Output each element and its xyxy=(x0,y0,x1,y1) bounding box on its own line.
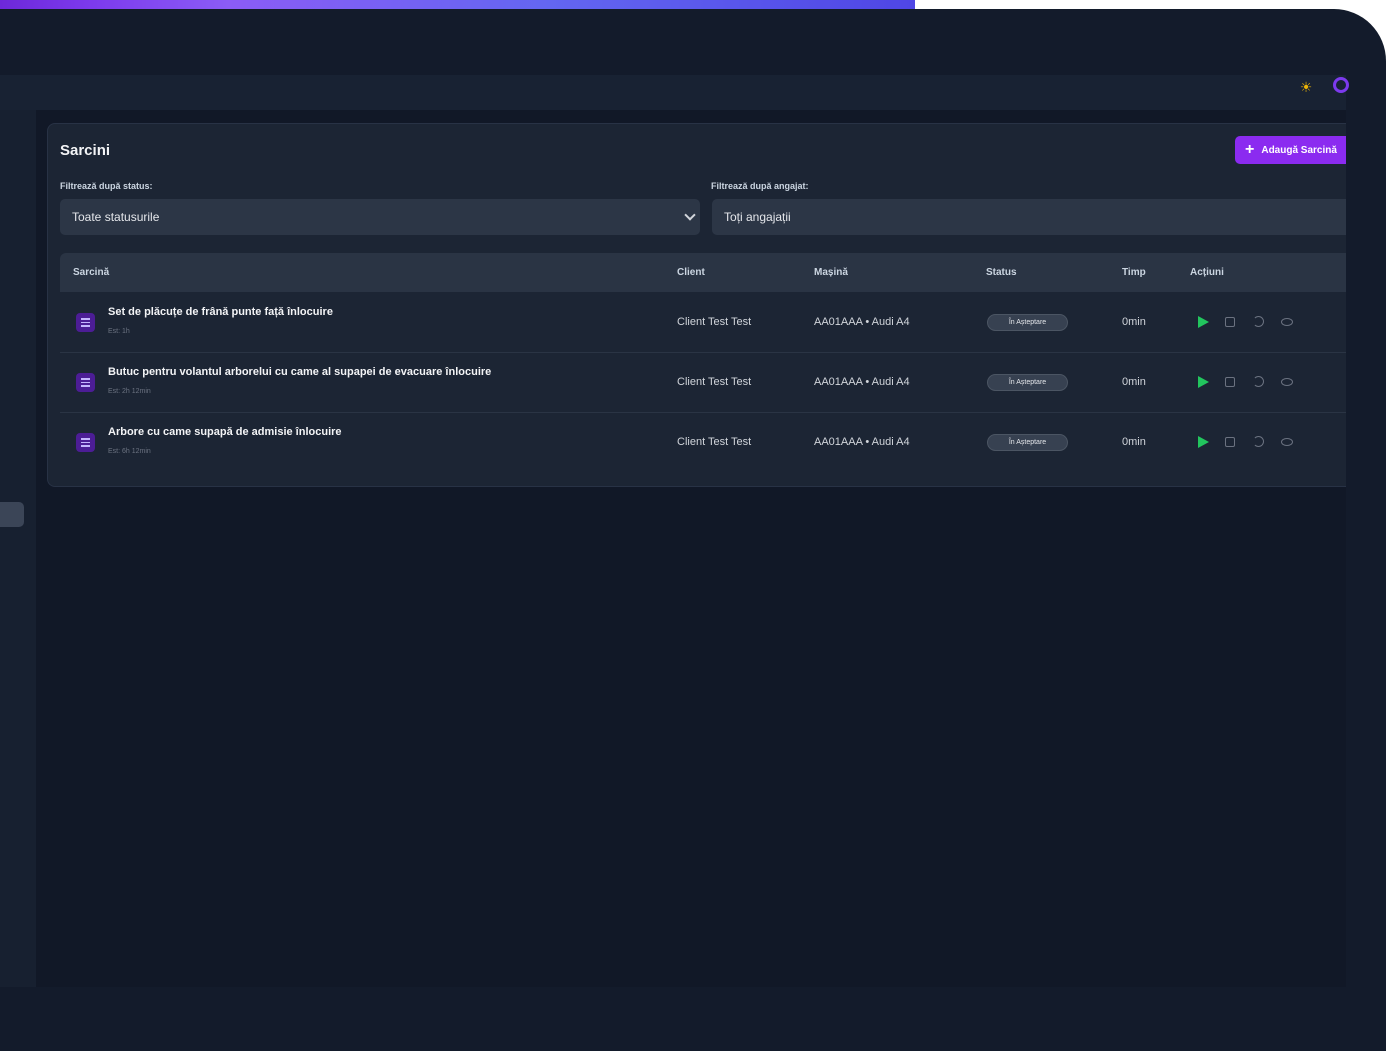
play-icon[interactable] xyxy=(1198,436,1209,448)
add-task-button[interactable]: + Adaugă Sarcină xyxy=(1235,136,1346,164)
task-car: AA01AAA • Audi A4 xyxy=(814,376,910,388)
status-badge-label: În Așteptare xyxy=(1008,439,1047,446)
edit-icon[interactable] xyxy=(1225,317,1235,327)
task-time: 0min xyxy=(1122,316,1146,328)
task-car: AA01AAA • Audi A4 xyxy=(814,436,910,448)
task-client: Client Test Test xyxy=(677,316,752,328)
task-title[interactable]: Arbore cu came supapă de admisie înlocui… xyxy=(108,426,342,438)
task-time: 0min xyxy=(1122,436,1146,448)
column-header-client: Client xyxy=(677,267,705,278)
chevron-down-icon xyxy=(684,209,696,221)
status-filter-label: Filtrează după status: xyxy=(60,181,153,191)
page-title: Sarcini xyxy=(60,142,111,159)
column-header-car: Mașină xyxy=(814,267,848,278)
task-list-icon xyxy=(76,313,95,332)
sidebar-item-active[interactable] xyxy=(0,502,24,527)
eye-icon[interactable] xyxy=(1281,318,1293,326)
employee-filter-select[interactable]: Toți angajații xyxy=(712,199,1346,235)
eye-icon[interactable] xyxy=(1281,438,1293,446)
employee-filter-label: Filtrează după angajat: xyxy=(711,181,809,191)
add-task-label: Adaugă Sarcină xyxy=(1261,144,1337,156)
eye-icon[interactable] xyxy=(1281,378,1293,386)
user-avatar-icon[interactable] xyxy=(1333,77,1349,93)
task-time: 0min xyxy=(1122,376,1146,388)
history-icon[interactable] xyxy=(1253,376,1264,387)
task-client: Client Test Test xyxy=(677,376,752,388)
status-badge: În Așteptare xyxy=(987,434,1068,451)
status-badge-label: În Așteptare xyxy=(1008,379,1047,386)
status-filter-select[interactable]: Toate statusurile xyxy=(60,199,700,235)
top-gradient-bar xyxy=(0,0,915,9)
task-estimate: Est: 2h 12min xyxy=(108,388,151,395)
column-header-status: Status xyxy=(986,267,1017,278)
status-badge: În Așteptare xyxy=(987,374,1068,391)
history-icon[interactable] xyxy=(1253,436,1264,447)
play-icon[interactable] xyxy=(1198,316,1209,328)
edit-icon[interactable] xyxy=(1225,437,1235,447)
status-badge: În Așteptare xyxy=(987,314,1068,331)
task-estimate: Est: 1h xyxy=(108,328,130,335)
status-filter-value: Toate statusurile xyxy=(72,210,160,224)
play-icon[interactable] xyxy=(1198,376,1209,388)
status-badge-label: În Așteptare xyxy=(1008,319,1047,326)
sun-icon[interactable]: ☀ xyxy=(1299,80,1313,94)
task-list-icon xyxy=(76,373,95,392)
task-client: Client Test Test xyxy=(677,436,752,448)
task-list-icon xyxy=(76,433,95,452)
plus-icon: + xyxy=(1245,141,1255,158)
column-header-actions: Acțiuni xyxy=(1190,267,1224,278)
sidebar xyxy=(0,110,36,987)
top-navbar xyxy=(0,75,1346,110)
task-car: AA01AAA • Audi A4 xyxy=(814,316,910,328)
history-icon[interactable] xyxy=(1253,316,1264,327)
edit-icon[interactable] xyxy=(1225,377,1235,387)
task-title[interactable]: Set de plăcuțe de frână punte față înloc… xyxy=(108,306,333,318)
column-header-task: Sarcină xyxy=(73,267,110,278)
column-header-time: Timp xyxy=(1122,267,1146,278)
employee-filter-value: Toți angajații xyxy=(724,210,791,224)
task-title[interactable]: Butuc pentru volantul arborelui cu came … xyxy=(108,366,491,378)
task-estimate: Est: 6h 12min xyxy=(108,448,151,455)
